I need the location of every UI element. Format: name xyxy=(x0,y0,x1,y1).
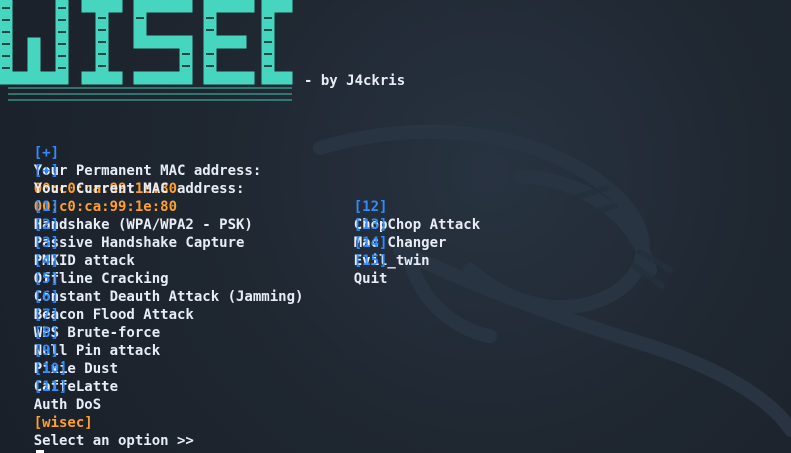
terminal-window[interactable]: - by J4ckris [+] Your Permanent MAC addr… xyxy=(0,0,791,453)
info-marker: [+] xyxy=(33,163,60,179)
wisec-logo xyxy=(0,0,293,101)
menu-number: [11] xyxy=(33,379,68,395)
permanent-mac-label: Your Permanent MAC address: xyxy=(33,163,262,179)
current-mac-line: [+] Your Current MAC address: 00:c0:ca:9… xyxy=(0,144,245,215)
menu-item-1[interactable]: [1] Handshake (WPA/WPA2 - PSK) xyxy=(0,180,253,233)
menu-label: Quit xyxy=(353,271,388,287)
byline-text: - by J4ckris xyxy=(304,73,406,89)
menu-item-7[interactable]: [7] WPS Brute-force xyxy=(0,288,160,341)
menu-item-3[interactable]: [3] PMKID attack xyxy=(0,216,135,269)
menu-item-6[interactable]: [6] Beacon Flood Attack xyxy=(0,270,194,323)
menu-item-13[interactable]: [13] Mac Changer xyxy=(320,198,447,251)
menu-item-4[interactable]: [4] Offline Cracking xyxy=(0,234,169,287)
menu-item-12[interactable]: [12] ChopChop Attack xyxy=(320,180,480,233)
menu-item-2[interactable]: [2] Passive Handshake Capture xyxy=(0,198,245,251)
menu-item-5[interactable]: [5] Constant Deauth Attack (Jamming) xyxy=(0,252,304,305)
command-prompt[interactable]: [wisec] Select an option >> xyxy=(0,396,194,453)
permanent-mac-line: [+] Your Permanent MAC address: 00:c0:ca… xyxy=(0,126,262,197)
menu-number: [15] xyxy=(353,253,388,269)
menu-item-8[interactable]: [8] Null Pin attack xyxy=(0,306,160,359)
menu-item-14[interactable]: [14] Evil_twin xyxy=(320,216,430,269)
prompt-text: Select an option >> xyxy=(33,433,194,449)
menu-item-15[interactable]: [15] Quit xyxy=(320,234,388,287)
menu-item-11[interactable]: [11] Auth DoS xyxy=(0,360,101,413)
menu-item-10[interactable]: [10] CaffeLatte xyxy=(0,342,118,395)
prompt-tag: [wisec] xyxy=(33,415,93,431)
menu-item-9[interactable]: [9] Pixie Dust xyxy=(0,324,118,377)
